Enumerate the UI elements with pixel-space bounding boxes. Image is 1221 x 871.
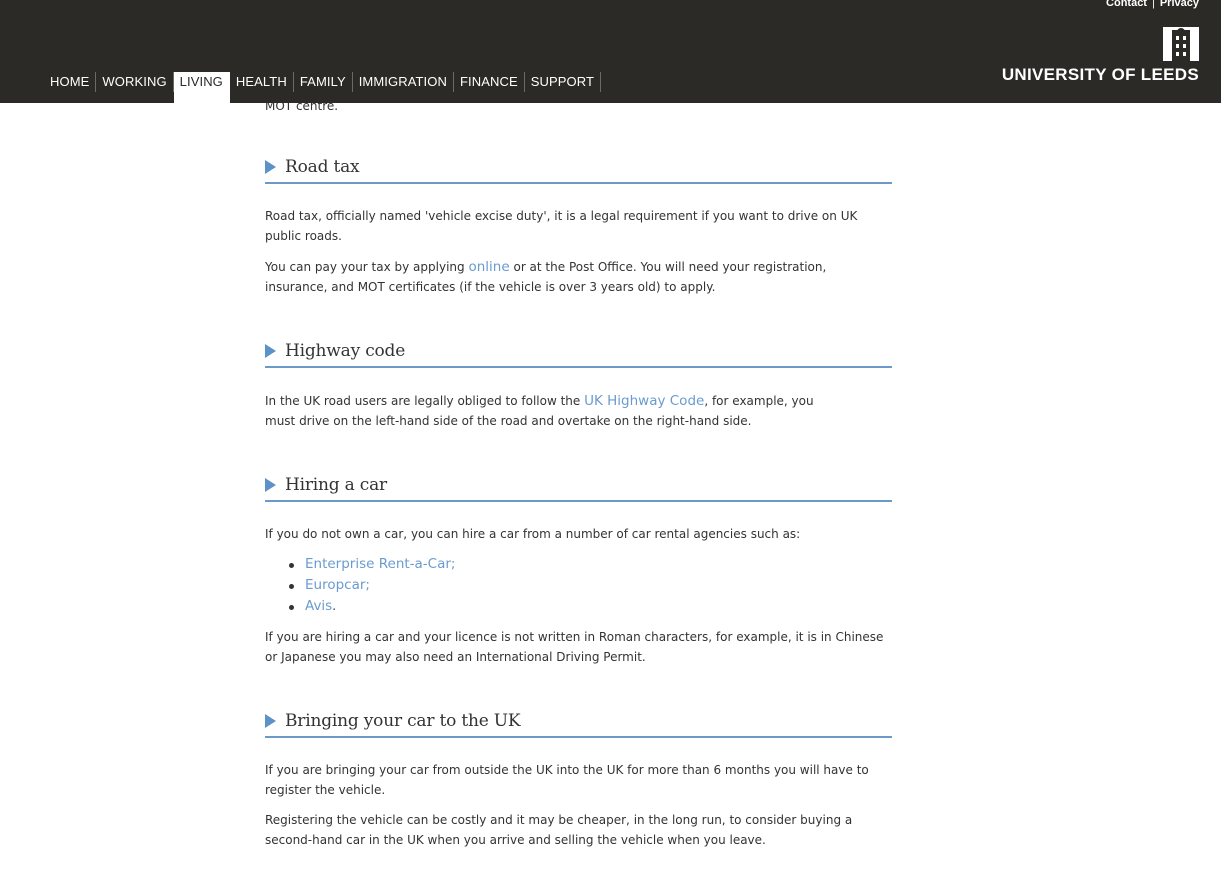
- utility-links: Contact | Privacy: [1106, 0, 1199, 10]
- road-tax-paragraph-2: You can pay your tax by applying online …: [265, 259, 827, 294]
- list-item: Avis.: [287, 596, 455, 617]
- hiring-car-heading[interactable]: Hiring a car: [265, 470, 892, 502]
- online-link[interactable]: online: [468, 259, 509, 275]
- section-title: Bringing your car to the UK: [285, 711, 521, 731]
- nav-home[interactable]: HOME: [44, 72, 97, 92]
- list-item: Enterprise Rent-a-Car;: [287, 554, 455, 575]
- list-item: Europcar;: [287, 575, 455, 596]
- expand-triangle-icon: [265, 714, 276, 728]
- section-title: Road tax: [285, 157, 360, 177]
- section-title: Hiring a car: [285, 475, 387, 495]
- site-header: Contact | Privacy HOME WORKING LIVING HE…: [0, 0, 1221, 103]
- highway-code-paragraph: In the UK road users are legally obliged…: [265, 393, 814, 428]
- util-separator: |: [1151, 0, 1155, 9]
- nav-working[interactable]: WORKING: [96, 72, 174, 92]
- road-tax-heading[interactable]: Road tax: [265, 152, 892, 184]
- europcar-link[interactable]: Europcar;: [305, 577, 370, 593]
- nav-health[interactable]: HEALTH: [230, 72, 294, 92]
- main-nav: HOME WORKING LIVING HEALTH FAMILY IMMIGR…: [44, 72, 602, 103]
- section-title: Highway code: [285, 341, 406, 361]
- hiring-paragraph-1: If you do not own a car, you can hire a …: [265, 527, 801, 541]
- bringing-paragraph-1: If you are bringing your car from outsid…: [265, 763, 869, 797]
- nav-support[interactable]: SUPPORT: [525, 72, 602, 92]
- avis-link[interactable]: Avis: [305, 598, 332, 614]
- nav-living[interactable]: LIVING: [173, 72, 230, 103]
- bringing-car-heading[interactable]: Bringing your car to the UK: [265, 706, 892, 738]
- contact-link[interactable]: Contact: [1106, 0, 1147, 10]
- nav-family[interactable]: FAMILY: [294, 72, 353, 92]
- nav-finance[interactable]: FINANCE: [454, 72, 525, 92]
- hiring-paragraph-2: If you are hiring a car and your licence…: [265, 630, 884, 664]
- nav-immigration[interactable]: IMMIGRATION: [353, 72, 454, 92]
- rental-agency-list: Enterprise Rent-a-Car; Europcar; Avis.: [287, 554, 455, 617]
- road-tax-paragraph-1: Road tax, officially named 'vehicle exci…: [265, 209, 858, 243]
- expand-triangle-icon: [265, 160, 276, 174]
- enterprise-link[interactable]: Enterprise Rent-a-Car;: [305, 556, 455, 572]
- university-logo[interactable]: UNIVERSITY OF LEEDS: [1002, 27, 1199, 85]
- logo-wordmark: UNIVERSITY OF LEEDS: [1001, 65, 1199, 84]
- privacy-link[interactable]: Privacy: [1160, 0, 1199, 10]
- bringing-paragraph-2: Registering the vehicle can be costly an…: [265, 813, 853, 847]
- highway-code-heading[interactable]: Highway code: [265, 336, 892, 368]
- expand-triangle-icon: [265, 478, 276, 492]
- uk-highway-code-link[interactable]: UK Highway Code: [584, 393, 704, 409]
- expand-triangle-icon: [265, 344, 276, 358]
- parkinson-tower-icon: [1163, 27, 1199, 61]
